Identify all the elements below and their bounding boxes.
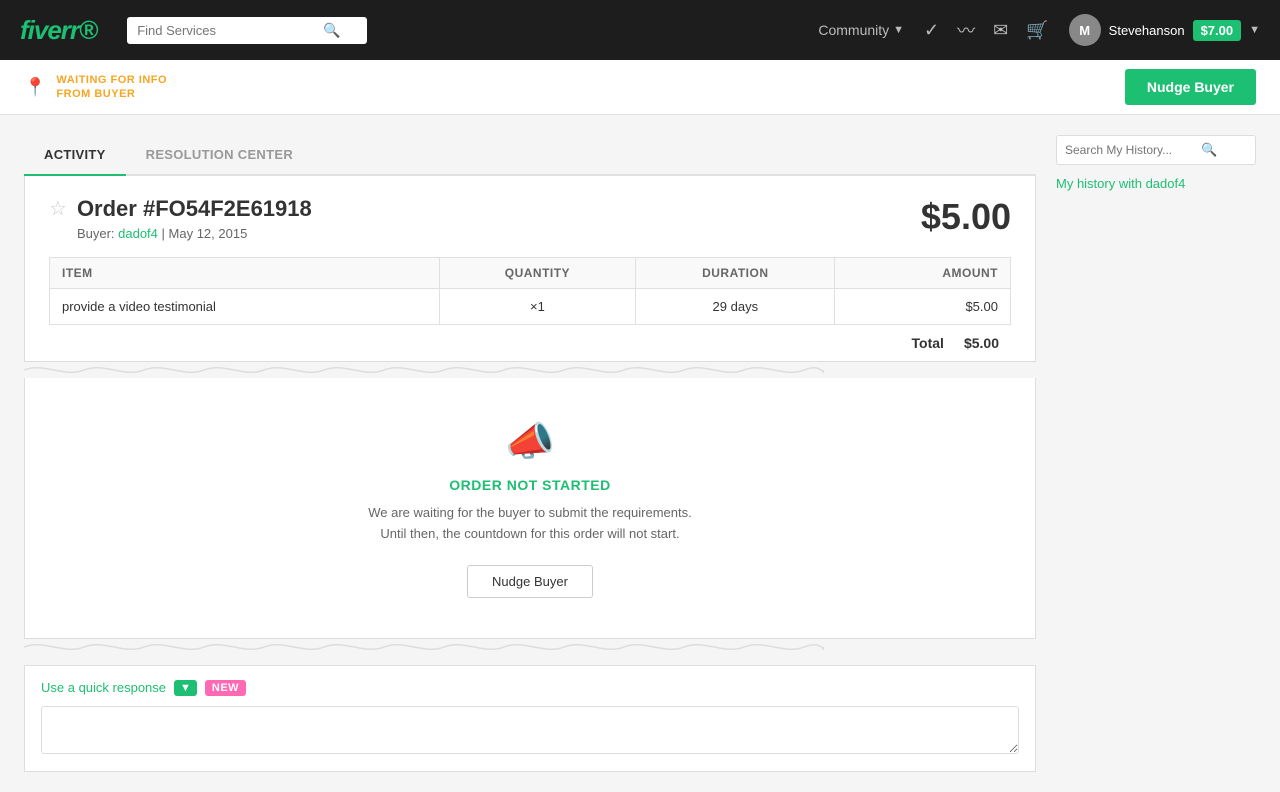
nudge-buyer-button-center[interactable]: Nudge Buyer	[467, 565, 593, 598]
quick-response-area: Use a quick response ▼ NEW	[24, 665, 1036, 772]
buyer-link[interactable]: dadof4	[118, 226, 158, 241]
community-dropdown-arrow: ▼	[893, 24, 904, 36]
order-title-row: ☆ Order #FO54F2E61918 Buyer: dadof4 | Ma…	[49, 196, 312, 241]
status-panel: 📣 ORDER NOT STARTED We are waiting for t…	[24, 378, 1036, 639]
star-icon[interactable]: ☆	[49, 196, 67, 221]
order-number: Order #FO54F2E61918	[77, 196, 312, 222]
username: Stevehanson	[1109, 23, 1185, 38]
history-search-input[interactable]	[1065, 143, 1195, 157]
avatar: M	[1069, 14, 1101, 46]
status-desc-line1: We are waiting for the buyer to submit t…	[368, 505, 691, 520]
message-input[interactable]	[41, 706, 1019, 754]
tabs: ACTIVITY RESOLUTION CENTER	[24, 135, 1036, 176]
history-search-box[interactable]: 🔍	[1056, 135, 1256, 165]
order-date: May 12, 2015	[169, 226, 248, 241]
status-left: 📍 WAITING FOR INFO FROM BUYER	[24, 73, 167, 102]
item-name: provide a video testimonial	[50, 289, 440, 325]
wavy-divider-bottom	[24, 639, 1036, 655]
tab-resolution-center[interactable]: RESOLUTION CENTER	[126, 135, 313, 176]
cart-icon[interactable]: 🛒	[1026, 20, 1048, 41]
total-value: $5.00	[964, 335, 999, 351]
community-menu[interactable]: Community ▼	[818, 22, 904, 38]
order-header: ☆ Order #FO54F2E61918 Buyer: dadof4 | Ma…	[49, 196, 1011, 241]
logo-text: fiverr	[20, 15, 79, 45]
wavy-divider-top	[24, 362, 1036, 378]
search-input[interactable]	[137, 23, 317, 38]
history-link[interactable]: My history with dadof4	[1056, 176, 1185, 191]
status-bar: 📍 WAITING FOR INFO FROM BUYER Nudge Buye…	[0, 60, 1280, 115]
status-description: We are waiting for the buyer to submit t…	[49, 503, 1011, 545]
mail-icon[interactable]: ✉	[993, 20, 1008, 41]
waiting-line1: WAITING FOR INFO	[56, 73, 167, 87]
col-amount: AMOUNT	[835, 258, 1011, 289]
avatar-initial: M	[1079, 23, 1090, 38]
order-table: ITEM QUANTITY DURATION AMOUNT provide a …	[49, 257, 1011, 325]
status-desc-line2: Until then, the countdown for this order…	[380, 526, 679, 541]
location-icon: 📍	[24, 77, 46, 98]
fiverr-logo[interactable]: fiverr®	[20, 15, 97, 46]
col-item: ITEM	[50, 258, 440, 289]
left-panel: ACTIVITY RESOLUTION CENTER ☆ Order #FO54…	[24, 135, 1036, 772]
total-label: Total	[912, 335, 944, 351]
search-icon: 🔍	[323, 22, 340, 39]
tab-activity[interactable]: ACTIVITY	[24, 135, 126, 176]
balance-badge: $7.00	[1193, 20, 1242, 41]
main-content: ACTIVITY RESOLUTION CENTER ☆ Order #FO54…	[0, 115, 1280, 792]
nudge-buyer-button-top[interactable]: Nudge Buyer	[1125, 69, 1256, 105]
navbar-icons: ✓ 〰 ✉ 🛒	[924, 17, 1049, 43]
checkmark-icon[interactable]: ✓	[924, 20, 939, 41]
navbar: fiverr® 🔍 Community ▼ ✓ 〰 ✉ 🛒 M Stevehan…	[0, 0, 1280, 60]
status-text: WAITING FOR INFO FROM BUYER	[56, 73, 167, 102]
right-panel: 🔍 My history with dadof4	[1056, 135, 1256, 772]
buyer-separator: |	[162, 226, 169, 241]
user-dropdown-arrow: ▼	[1249, 24, 1260, 36]
quick-response-label[interactable]: Use a quick response	[41, 680, 166, 695]
order-buyer: Buyer: dadof4 | May 12, 2015	[77, 226, 312, 241]
logo-dot: ®	[79, 15, 97, 45]
user-menu[interactable]: M Stevehanson $7.00 ▼	[1069, 14, 1260, 46]
item-duration: 29 days	[636, 289, 835, 325]
total-row: Total $5.00	[49, 325, 1011, 361]
item-amount: $5.00	[835, 289, 1011, 325]
order-info: Order #FO54F2E61918 Buyer: dadof4 | May …	[77, 196, 312, 241]
waiting-line2: FROM BUYER	[56, 87, 167, 101]
order-price: $5.00	[921, 196, 1011, 238]
table-row: provide a video testimonial ×1 29 days $…	[50, 289, 1011, 325]
order-not-started-label: ORDER NOT STARTED	[49, 477, 1011, 493]
order-card: ☆ Order #FO54F2E61918 Buyer: dadof4 | Ma…	[24, 176, 1036, 362]
buyer-label: Buyer:	[77, 226, 115, 241]
col-quantity: QUANTITY	[439, 258, 636, 289]
search-box[interactable]: 🔍	[127, 17, 367, 44]
community-label: Community	[818, 22, 889, 38]
analytics-icon[interactable]: 〰	[957, 17, 975, 43]
col-duration: DURATION	[636, 258, 835, 289]
item-quantity: ×1	[439, 289, 636, 325]
quick-response-header: Use a quick response ▼ NEW	[41, 680, 1019, 696]
quick-response-dropdown[interactable]: ▼	[174, 680, 197, 696]
history-search-icon: 🔍	[1201, 142, 1217, 158]
megaphone-icon: 📣	[49, 418, 1011, 465]
new-badge: NEW	[205, 680, 246, 696]
